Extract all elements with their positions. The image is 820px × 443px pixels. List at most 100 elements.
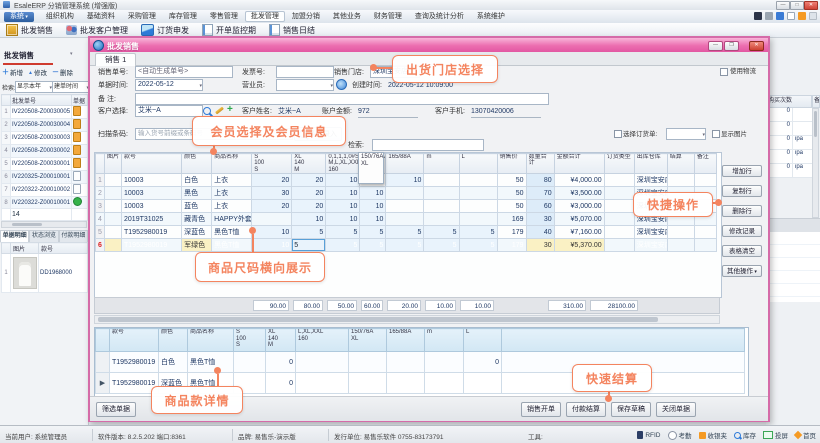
column-header[interactable] (2, 95, 11, 106)
column-header[interactable]: 颜色 (182, 154, 212, 174)
refresh-icon[interactable] (336, 79, 347, 90)
item-row[interactable]: 210003黑色上衣302010105070¥3,500.00深圳宝安店 (96, 187, 717, 200)
menu-item[interactable]: 零售管理 (204, 11, 244, 22)
order-pick-checkbox[interactable] (614, 130, 622, 138)
invoice-field[interactable] (276, 66, 334, 78)
item-row[interactable]: 310003蓝色上衣202010105060¥3,000.00深圳宝安店 (96, 200, 717, 213)
bell-icon[interactable] (765, 12, 773, 20)
row-action-button[interactable]: 复制行 (722, 185, 762, 197)
column-header[interactable]: 150/76A XL (349, 329, 387, 352)
column-header[interactable] (96, 154, 105, 174)
year-filter-select[interactable]: 显示本年 (15, 81, 53, 93)
status-tool-button[interactable]: 首页 (795, 430, 816, 440)
doc-date-field[interactable]: 2022-05-12 (135, 79, 203, 91)
clerk-select[interactable] (276, 79, 334, 91)
order-row[interactable]: 4IV220508-Z00030002 (2, 145, 88, 158)
sidebar-action-button[interactable]: 删除 (52, 67, 73, 77)
row-action-button[interactable]: 表格清空 (722, 245, 762, 257)
order-row[interactable]: 1IV220508-Z00030005 (2, 106, 88, 119)
column-header[interactable]: L (459, 154, 497, 174)
row-action-button[interactable]: 其他操作 (722, 265, 762, 277)
status-tool-button[interactable]: 投屏 (763, 430, 788, 440)
filter-orders-button[interactable]: 筛选单据 (96, 402, 136, 417)
column-header[interactable]: 备注 (694, 154, 716, 174)
phone-icon[interactable] (754, 12, 762, 20)
column-header[interactable]: 165/88A (387, 329, 425, 352)
grid-search-input[interactable] (372, 139, 484, 151)
footer-button[interactable]: 付款结算 (566, 402, 606, 417)
use-logistics-checkbox[interactable] (720, 68, 728, 76)
alert-icon[interactable] (798, 12, 806, 20)
row-action-button[interactable]: 修改记录 (722, 225, 762, 237)
column-header[interactable]: m (425, 329, 464, 352)
column-header[interactable]: 图片 (105, 154, 122, 174)
toolbar-button[interactable]: 批发客户管理 (66, 25, 128, 36)
dialog-title-bar[interactable]: 批发销售 — ❐ ✕ (90, 38, 768, 52)
column-header[interactable]: 订货类型 (604, 154, 634, 174)
table-row[interactable]: 1 DD1968000 (2, 254, 88, 293)
column-header[interactable]: m (424, 154, 459, 174)
column-header[interactable]: 图片 (11, 243, 39, 254)
column-header[interactable] (2, 243, 11, 254)
status-tool-button[interactable]: 收银夹 (699, 430, 728, 440)
menu-item[interactable]: 查询及统计分析 (409, 11, 470, 22)
column-header[interactable]: XL 140 M (292, 154, 326, 174)
order-row[interactable]: 3IV220508-Z00030003 (2, 132, 88, 145)
column-header[interactable]: 颜色 (159, 329, 188, 352)
menu-item[interactable]: 加盟分销 (286, 11, 326, 22)
column-header[interactable]: 款号 (39, 243, 88, 254)
menu-item[interactable]: 财务管理 (368, 11, 408, 22)
maximize-button[interactable]: □ (790, 1, 804, 10)
item-row[interactable]: 5T1952980019深蓝色黑色T恤1055555517940¥7,160.0… (96, 226, 717, 239)
column-header[interactable]: 出库仓库 (634, 154, 667, 174)
item-row[interactable]: 42019T31025藏青色HAPPY外套10101016930¥5,070.0… (96, 213, 717, 226)
panel-icon[interactable] (809, 12, 817, 20)
order-row[interactable]: 6IV220325-Z00010001 (2, 171, 88, 184)
sidebar-action-button[interactable]: 新增 (2, 67, 23, 77)
column-header[interactable] (502, 329, 745, 352)
add-icon[interactable]: + (227, 106, 233, 114)
column-header[interactable]: 金额合计 (554, 154, 604, 174)
column-header[interactable]: 单据 (72, 95, 88, 106)
toolbar-button[interactable]: 开单监控期 (202, 24, 256, 36)
order-row[interactable]: 2IV220508-Z00030004 (2, 119, 88, 132)
item-row[interactable]: 110003白色上衣202010105080¥4,000.00深圳宝安店 (96, 174, 717, 187)
order-row[interactable]: 8IV220322-Z00010001 (2, 197, 88, 209)
column-header[interactable]: 款号 (122, 154, 182, 174)
menu-system[interactable]: 系统 (4, 12, 34, 22)
footer-button[interactable]: 保存草稿 (611, 402, 651, 417)
minimize-button[interactable]: — (776, 1, 790, 10)
column-header[interactable]: 数量合计 (526, 154, 554, 174)
chevron-down-icon[interactable]: ▾ (70, 51, 73, 57)
dialog-restore-button[interactable]: ❐ (724, 41, 739, 51)
vertical-scrollbar[interactable] (812, 108, 819, 218)
column-header[interactable]: L,XL,XXL 160 (296, 329, 349, 352)
column-header[interactable]: 0,1,1,1,0#S, M,L,XL,XXL 160 (326, 154, 360, 174)
column-header[interactable]: L (464, 329, 502, 352)
column-header[interactable]: S 100 S (252, 154, 292, 174)
status-tool-button[interactable]: RFID (637, 431, 660, 439)
customer-field[interactable]: 艾米~A (135, 105, 203, 117)
tab-sale-1[interactable]: 销售 1 (95, 53, 136, 66)
menu-item[interactable]: 采购管理 (122, 11, 162, 22)
toolbar-button[interactable]: 订货申发 (141, 24, 189, 36)
monitor-icon[interactable] (776, 12, 784, 20)
item-row[interactable]: 6T1952980019军绿色黑色T恤1055555517930¥5,370.0… (96, 239, 717, 252)
column-header[interactable]: S 100 S (234, 329, 266, 352)
row-action-button[interactable]: 删除行 (722, 205, 762, 217)
menu-item[interactable]: 组织机构 (40, 11, 80, 22)
menu-item[interactable]: 其他业务 (327, 11, 367, 22)
chat-icon[interactable] (787, 12, 795, 20)
column-header[interactable]: 结算 (667, 154, 694, 174)
horizontal-scrollbar[interactable] (1, 221, 87, 228)
toolbar-button[interactable]: 销售日结 (269, 24, 315, 36)
close-button[interactable]: ✕ (804, 1, 818, 10)
footer-button[interactable]: 销售开单 (521, 402, 561, 417)
order-pick-select[interactable] (666, 128, 706, 140)
dialog-minimize-button[interactable]: — (708, 41, 723, 51)
column-header[interactable]: 批发单号 (11, 95, 72, 106)
date-filter-select[interactable]: 建单时间 (52, 81, 90, 93)
order-row[interactable]: 7IV220322-Z00010002 (2, 184, 88, 197)
row-action-button[interactable]: 增加行 (722, 165, 762, 177)
horizontal-scrollbar[interactable] (94, 315, 720, 324)
